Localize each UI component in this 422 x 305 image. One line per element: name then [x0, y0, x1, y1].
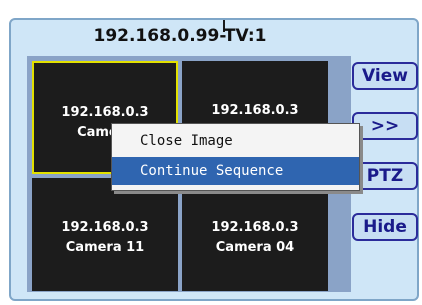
camera-name: Camera 04 — [215, 240, 295, 255]
view-button[interactable]: View — [352, 62, 418, 90]
camera-name: Camera 11 — [65, 240, 145, 255]
menu-item-close-image[interactable]: Close Image — [112, 127, 359, 155]
context-menu: Close Image Continue Sequence — [111, 123, 360, 191]
next-button[interactable]: >> — [352, 112, 418, 140]
camera-tile-4[interactable]: 192.168.0.3 Camera 04 — [182, 178, 328, 291]
hide-button[interactable]: Hide — [352, 213, 418, 241]
camera-ip: 192.168.0.3 — [211, 220, 299, 235]
panel-title: 192.168.0.99-TV:1 — [93, 26, 267, 46]
camera-ip: 192.168.0.3 — [61, 105, 149, 120]
camera-tile-3[interactable]: 192.168.0.3 Camera 11 — [32, 178, 178, 291]
ptz-button[interactable]: PTZ — [352, 162, 418, 190]
camera-ip: 192.168.0.3 — [61, 220, 149, 235]
camera-ip: 192.168.0.3 — [211, 103, 299, 118]
menu-item-continue-sequence[interactable]: Continue Sequence — [112, 157, 359, 185]
